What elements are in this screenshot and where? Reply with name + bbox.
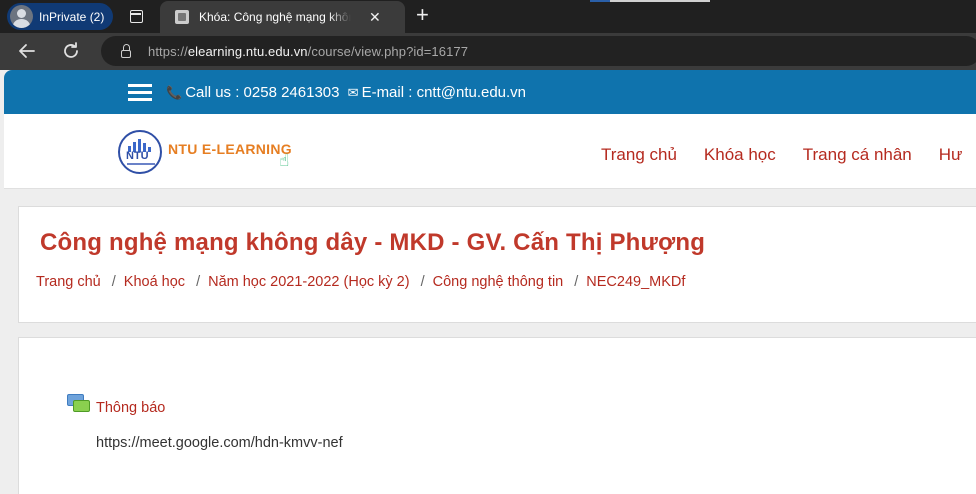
announcements-link[interactable]: Thông báo — [96, 400, 165, 416]
page-viewport: 📞 Call us : 0258 2461303 ✉ E-mail : cntt@n… — [4, 70, 976, 494]
breadcrumb-separator: / — [196, 274, 201, 290]
breadcrumb-item-courses[interactable]: Khoá học — [124, 274, 185, 290]
course-header-card: Công nghệ mạng không dây - MKD - GV. Cấn… — [18, 206, 976, 323]
ntu-seal-icon: NTU — [118, 130, 162, 174]
page-title: Công nghệ mạng không dây - MKD - GV. Cấn… — [40, 229, 706, 256]
email-text[interactable]: E-mail : cntt@ntu.edu.vn — [362, 84, 526, 101]
reload-icon[interactable] — [59, 39, 83, 63]
lock-icon[interactable] — [121, 43, 131, 58]
course-content-card: Thông báo https://meet.google.com/hdn-km… — [18, 337, 976, 494]
browser-tab-active[interactable]: Khóa: Công nghệ mạng không dây - MKD ✕ — [160, 1, 405, 33]
tab-title: Khóa: Công nghệ mạng không dây - MKD — [199, 10, 351, 24]
mail-icon: ✉ — [347, 85, 359, 100]
browser-toolbar: https://elearning.ntu.edu.vn/course/view… — [0, 33, 976, 70]
meet-link-text: https://meet.google.com/hdn-kmvv-nef — [96, 435, 343, 451]
contact-info: 📞 Call us : 0258 2461303 ✉ E-mail : cntt@n… — [166, 84, 526, 101]
menu-item-truncated[interactable]: Hư — [939, 145, 963, 165]
menu-item-profile[interactable]: Trang cá nhân — [803, 145, 912, 165]
site-header: NTU NTU E-LEARNING ☝ Trang chủ Khóa học … — [4, 114, 976, 189]
window-accent-secondary — [610, 0, 710, 2]
breadcrumb-separator: / — [420, 274, 425, 290]
favicon-icon — [175, 10, 189, 24]
tab-actions-icon[interactable] — [126, 7, 146, 27]
breadcrumb-item-year[interactable]: Năm học 2021-2022 (Học kỳ 2) — [208, 274, 410, 290]
new-tab-icon[interactable]: + — [416, 4, 429, 26]
pointer-hand-icon: ☝ — [279, 151, 290, 170]
close-tab-icon[interactable]: ✕ — [369, 9, 381, 26]
logo-text: NTU E-LEARNING — [168, 141, 292, 157]
browser-tab-strip: InPrivate (2) Khóa: Công nghệ mạng không… — [0, 0, 976, 33]
breadcrumb-separator: / — [574, 274, 579, 290]
back-arrow-icon[interactable] — [15, 39, 39, 63]
breadcrumb-item-faculty[interactable]: Công nghệ thông tin — [433, 274, 564, 290]
profile-button[interactable]: InPrivate (2) — [7, 3, 113, 30]
phone-icon: 📞 — [166, 85, 183, 100]
forum-icon — [67, 394, 91, 414]
breadcrumb: Trang chủ / Khoá học / Năm học 2021-2022… — [36, 274, 685, 290]
profile-label: InPrivate (2) — [39, 9, 105, 24]
avatar-icon — [10, 5, 33, 28]
menu-item-home[interactable]: Trang chủ — [601, 145, 677, 165]
address-bar[interactable]: https://elearning.ntu.edu.vn/course/view… — [101, 36, 976, 66]
breadcrumb-item-course[interactable]: NEC249_MKDf — [586, 274, 685, 290]
breadcrumb-item-home[interactable]: Trang chủ — [36, 274, 101, 290]
main-menu: Trang chủ Khóa học Trang cá nhân Hư — [601, 145, 962, 165]
url-text[interactable]: https://elearning.ntu.edu.vn/course/view… — [148, 44, 468, 59]
menu-icon[interactable] — [128, 82, 152, 102]
phone-text: Call us : 0258 2461303 — [185, 84, 340, 101]
site-topbar: 📞 Call us : 0258 2461303 ✉ E-mail : cntt@n… — [4, 70, 976, 114]
breadcrumb-separator: / — [111, 274, 116, 290]
site-logo[interactable]: NTU NTU E-LEARNING ☝ — [118, 130, 308, 176]
menu-item-courses[interactable]: Khóa học — [704, 145, 776, 165]
